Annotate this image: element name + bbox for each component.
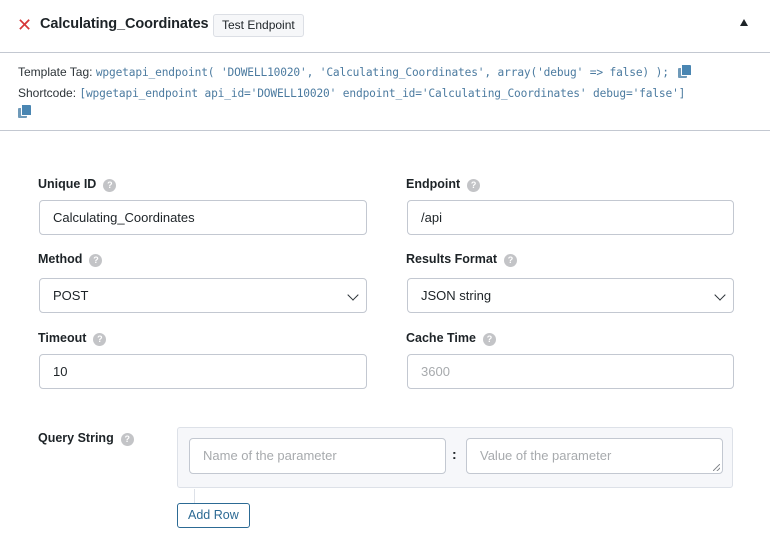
method-label-text: Method (38, 252, 83, 266)
results-format-select-value: JSON string (421, 288, 492, 303)
help-icon[interactable]: ? (89, 254, 103, 267)
key-value-separator: : (452, 446, 457, 462)
help-icon[interactable]: ? (504, 254, 517, 267)
query-param-name-input[interactable]: Name of the parameter (189, 438, 446, 474)
cache-time-label-text: Cache Time (406, 331, 476, 345)
endpoint-label-text: Endpoint (406, 177, 461, 191)
shortcode-row: Shortcode: [wpgetapi_endpoint api_id='DO… (18, 86, 685, 100)
help-icon[interactable]: ? (482, 333, 496, 346)
query-string-label: Query String? (38, 431, 134, 446)
test-endpoint-button[interactable]: Test Endpoint (213, 14, 304, 37)
copy-icon[interactable] (678, 65, 692, 78)
method-label: Method? (38, 252, 103, 267)
query-string-label-text: Query String (38, 431, 114, 445)
unique-id-label-text: Unique ID (38, 177, 97, 191)
template-tag-code: wpgetapi_endpoint( 'DOWELL10020', 'Calcu… (95, 66, 669, 79)
help-icon[interactable]: ? (120, 433, 134, 446)
add-row-button[interactable]: Add Row (177, 503, 250, 528)
query-param-value-input[interactable]: Value of the parameter (466, 438, 723, 474)
unique-id-label: Unique ID? (38, 177, 117, 192)
endpoint-header: ✕ Calculating_Coordinates Test Endpoint (0, 0, 770, 53)
timeout-label: Timeout? (38, 331, 107, 346)
results-format-label-text: Results Format (406, 252, 497, 266)
endpoint-input[interactable]: /api (407, 200, 734, 235)
copy-icon[interactable] (18, 105, 31, 118)
shortcode-code: [wpgetapi_endpoint api_id='DOWELL10020' … (79, 87, 686, 100)
unique-id-input[interactable]: Calculating_Coordinates (39, 200, 367, 235)
endpoint-title: Calculating_Coordinates (40, 16, 209, 32)
template-tag-row: Template Tag: wpgetapi_endpoint( 'DOWELL… (18, 65, 692, 79)
help-icon[interactable]: ? (93, 333, 107, 346)
template-tag-label: Template Tag: (18, 65, 93, 79)
endpoint-label: Endpoint? (406, 177, 481, 192)
chevron-down-icon (347, 289, 359, 301)
query-string-row: Name of the parameter : Value of the par… (177, 427, 733, 488)
cache-time-label: Cache Time? (406, 331, 496, 346)
query-param-value-placeholder: Value of the parameter (480, 448, 612, 463)
timeout-label-text: Timeout (38, 331, 87, 345)
shortcode-label: Shortcode: (18, 86, 77, 100)
timeout-input[interactable]: 10 (39, 354, 367, 389)
resize-handle-icon[interactable] (713, 464, 720, 471)
help-icon[interactable]: ? (103, 179, 117, 192)
method-select-value: POST (53, 288, 89, 303)
method-select[interactable]: POST (39, 278, 367, 313)
help-icon[interactable]: ? (467, 179, 481, 192)
results-format-label: Results Format? (406, 252, 517, 267)
collapse-toggle-icon[interactable] (740, 19, 748, 26)
results-format-select[interactable]: JSON string (407, 278, 734, 313)
tags-section: Template Tag: wpgetapi_endpoint( 'DOWELL… (0, 53, 770, 131)
cache-time-input[interactable]: 3600 (407, 354, 734, 389)
close-icon[interactable]: ✕ (17, 15, 32, 35)
row-connector-line (194, 489, 195, 503)
chevron-down-icon (714, 289, 726, 301)
